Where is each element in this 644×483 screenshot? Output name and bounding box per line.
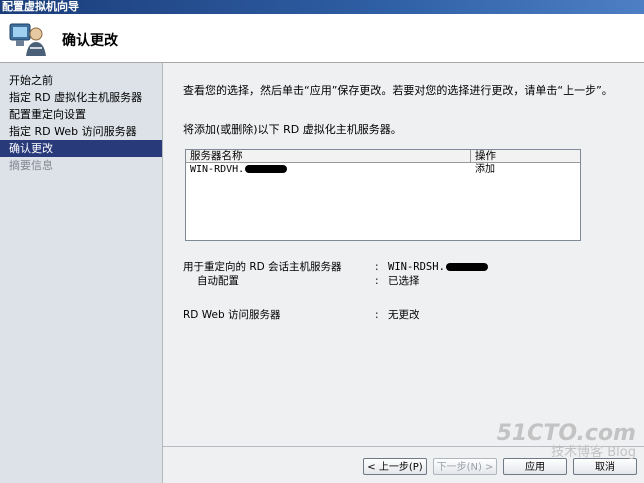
apply-button[interactable]: 应用 [503, 458, 567, 475]
main-content: 查看您的选择，然后单击“应用”保存更改。若要对您的选择进行更改，请单击“上一步”… [163, 63, 644, 483]
next-button: 下一步(N) > [433, 458, 497, 475]
action-cell: 添加 [475, 164, 495, 175]
column-header-action[interactable]: 操作 [471, 150, 496, 162]
step-redirection-settings[interactable]: 配置重定向设置 [0, 106, 162, 123]
redirect-label: 用于重定向的 RD 会话主机服务器 [183, 261, 342, 273]
table-row[interactable]: WIN-RDVH. 添加 [186, 163, 580, 177]
auto-config-colon: : [375, 275, 379, 287]
auto-config-label: 自动配置 [197, 275, 239, 287]
web-access-colon: : [375, 309, 379, 321]
web-access-value: 无更改 [388, 309, 420, 321]
intro-text: 查看您的选择，然后单击“应用”保存更改。若要对您的选择进行更改，请单击“上一步”… [183, 84, 613, 97]
server-list[interactable]: 服务器名称 操作 WIN-RDVH. 添加 [185, 149, 581, 241]
auto-config-value: 已选择 [388, 275, 420, 287]
page-title: 确认更改 [62, 33, 118, 49]
server-name-text: WIN-RDVH. [190, 164, 245, 175]
redirect-value: WIN-RDSH. [388, 261, 488, 274]
wizard-computer-user-icon [9, 23, 46, 56]
previous-button[interactable]: < 上一步(P) [363, 458, 427, 475]
column-header-server-name[interactable]: 服务器名称 [186, 150, 471, 162]
redirect-colon: : [375, 261, 379, 273]
step-confirm-changes[interactable]: 确认更改 [0, 140, 162, 157]
cancel-button[interactable]: 取消 [573, 458, 637, 475]
web-access-label: RD Web 访问服务器 [183, 309, 281, 321]
title-bar: 配置虚拟机向导 [0, 0, 644, 14]
add-remove-text: 将添加(或删除)以下 RD 虚拟化主机服务器。 [183, 123, 402, 136]
step-rd-virtualization-host[interactable]: 指定 RD 虚拟化主机服务器 [0, 89, 162, 106]
redaction-mark [245, 165, 288, 173]
step-before-you-begin[interactable]: 开始之前 [0, 72, 162, 89]
wizard-steps-sidebar: 开始之前 指定 RD 虚拟化主机服务器 配置重定向设置 指定 RD Web 访问… [0, 63, 163, 483]
server-name-cell: WIN-RDVH. [186, 163, 475, 177]
wizard-header: 确认更改 [0, 14, 644, 63]
step-summary: 摘要信息 [9, 159, 53, 172]
watermark-logo: 51CTO.com [496, 421, 636, 446]
redirect-server-text: WIN-RDSH. [388, 261, 445, 273]
window-title: 配置虚拟机向导 [2, 0, 79, 13]
list-header: 服务器名称 操作 [186, 150, 580, 163]
watermark: 51CTO.com 技术博客 Blog [497, 422, 636, 460]
step-rd-web-access[interactable]: 指定 RD Web 访问服务器 [0, 123, 162, 140]
redaction-mark [445, 263, 488, 271]
watermark-subtitle: 技术博客 Blog [551, 445, 636, 460]
